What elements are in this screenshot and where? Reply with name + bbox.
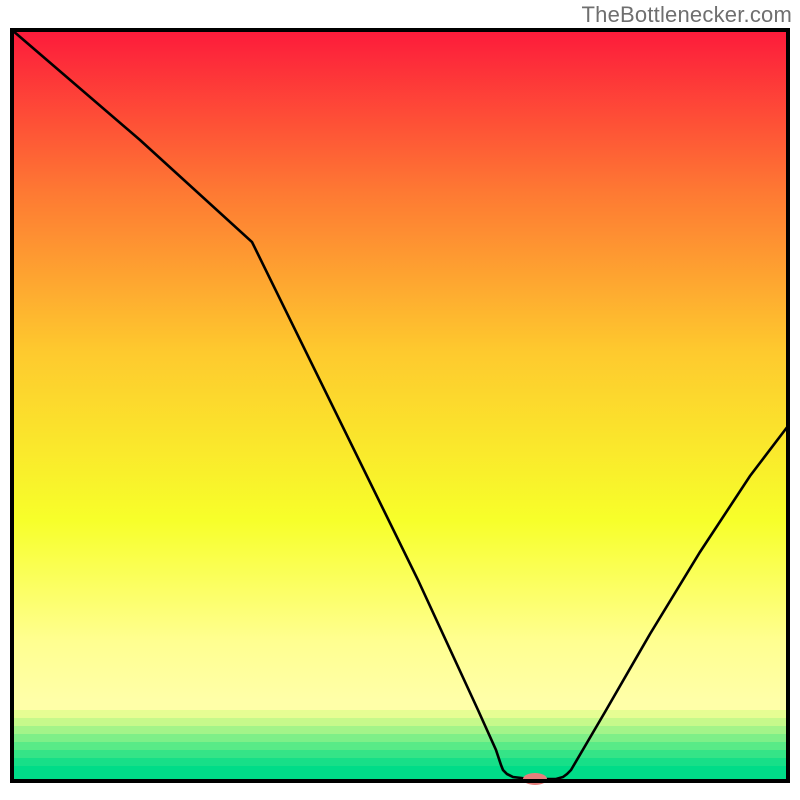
chart-frame: TheBottlenecker.com (0, 0, 800, 800)
bottleneck-chart (0, 0, 800, 800)
background-gradient (12, 30, 788, 782)
